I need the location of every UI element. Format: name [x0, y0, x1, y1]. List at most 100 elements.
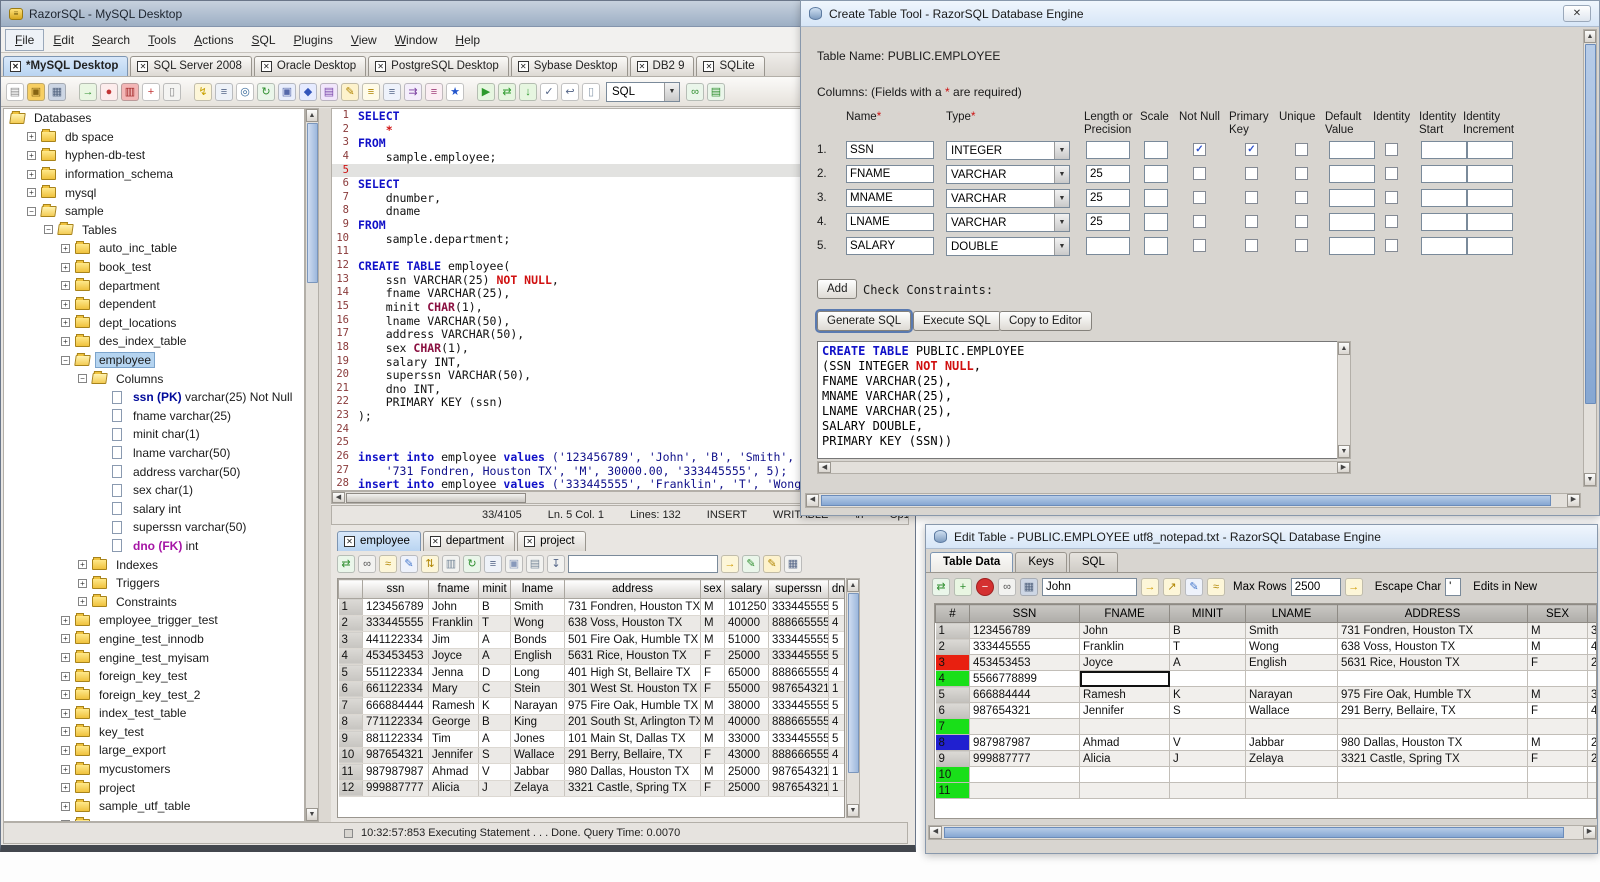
- cell[interactable]: A: [478, 631, 511, 649]
- cell[interactable]: [1169, 782, 1246, 799]
- cell[interactable]: English: [510, 648, 565, 665]
- preview-vscrollbar[interactable]: ▲ ▼: [1337, 341, 1351, 459]
- expand-icon[interactable]: +: [61, 690, 70, 700]
- cell[interactable]: Bonds: [510, 631, 565, 649]
- tree-scroll-down-icon[interactable]: ▼: [306, 808, 318, 821]
- edit-table-title-bar[interactable]: Edit Table - PUBLIC.EMPLOYEE utf8_notepa…: [926, 525, 1597, 549]
- identity-increment-input[interactable]: [1467, 141, 1513, 159]
- cell[interactable]: 1: [828, 763, 844, 781]
- cell[interactable]: Smith: [1245, 622, 1338, 639]
- cell[interactable]: M: [700, 631, 725, 649]
- chevron-down-icon[interactable]: ▼: [1054, 190, 1069, 207]
- cell[interactable]: 2: [1587, 654, 1596, 671]
- identity-start-input[interactable]: [1421, 165, 1467, 183]
- execute-all-icon[interactable]: ⇄: [498, 82, 516, 101]
- unique-checkbox[interactable]: [1295, 167, 1308, 180]
- connection-tab-db2-9[interactable]: ✕ DB2 9: [629, 56, 695, 76]
- edit-tab-keys[interactable]: Keys: [1015, 552, 1067, 572]
- cell[interactable]: 291 Berry, Bellaire, TX: [564, 747, 701, 764]
- chevron-down-icon[interactable]: ▼: [1054, 142, 1069, 159]
- tab-close-icon[interactable]: ✕: [344, 535, 355, 547]
- tree-item-sample[interactable]: − sample: [4, 202, 304, 221]
- cell[interactable]: Ahmad: [428, 763, 479, 781]
- format-left-icon[interactable]: ≡: [362, 82, 380, 101]
- expand-icon[interactable]: +: [27, 132, 36, 142]
- cell[interactable]: 987654321: [969, 702, 1080, 719]
- cell[interactable]: 666884444: [969, 686, 1080, 703]
- refresh-objects-icon[interactable]: ↻: [257, 82, 275, 101]
- undo-icon[interactable]: ↩: [561, 82, 579, 101]
- edit-cell-icon[interactable]: ✎: [400, 555, 418, 573]
- identity-start-input[interactable]: [1421, 213, 1467, 231]
- cell[interactable]: Franklin: [1079, 638, 1170, 655]
- cell[interactable]: Alicia: [1079, 750, 1170, 767]
- cell[interactable]: F: [1527, 654, 1588, 671]
- tree-item-index_test_table[interactable]: + index_test_table: [4, 704, 304, 723]
- tree-scroll-thumb[interactable]: [307, 123, 318, 283]
- tree-item-project[interactable]: + project: [4, 778, 304, 797]
- row-number-gray[interactable]: 5: [935, 686, 970, 703]
- cell[interactable]: [1527, 718, 1588, 735]
- menu-plugins[interactable]: Plugins: [285, 30, 342, 50]
- cell[interactable]: Narayan: [1245, 686, 1338, 703]
- tree-item-engine_test_myisam[interactable]: + engine_test_myisam: [4, 648, 304, 667]
- open-file-icon[interactable]: ▣: [27, 82, 45, 101]
- cell[interactable]: Tim: [428, 730, 479, 748]
- cell[interactable]: [1169, 670, 1246, 687]
- row-number[interactable]: 12: [338, 780, 363, 797]
- expand-icon[interactable]: +: [61, 336, 70, 346]
- connection-tab-sqlite[interactable]: ✕ SQLite: [696, 56, 765, 76]
- cell[interactable]: 980 Dallas, Houston TX: [1337, 734, 1528, 751]
- copy-rows-icon[interactable]: ▤: [526, 555, 544, 573]
- preview-hscrollbar[interactable]: ◀ ▶: [817, 461, 1351, 474]
- go-icon[interactable]: →: [1141, 577, 1159, 596]
- cell[interactable]: 2: [1587, 750, 1596, 767]
- create-table-title-bar[interactable]: Create Table Tool - RazorSQL Database En…: [801, 1, 1599, 27]
- column-type-dropdown[interactable]: VARCHAR ▼: [946, 213, 1070, 232]
- expand-icon[interactable]: +: [61, 727, 70, 737]
- cell[interactable]: 987654321: [362, 747, 429, 764]
- cell[interactable]: D: [478, 664, 511, 682]
- validate-sql-icon[interactable]: ✓: [540, 82, 558, 101]
- cell[interactable]: F: [700, 747, 725, 764]
- scale-input[interactable]: [1144, 141, 1168, 159]
- chevron-down-icon[interactable]: ▼: [1054, 238, 1069, 255]
- cell[interactable]: Jabbar: [1245, 734, 1338, 751]
- expand-icon[interactable]: +: [61, 299, 70, 309]
- save-file-icon[interactable]: ▦: [48, 82, 66, 101]
- cell[interactable]: J: [478, 780, 511, 797]
- tree-item-dependent[interactable]: + dependent: [4, 295, 304, 314]
- cell[interactable]: 333445555: [768, 697, 829, 715]
- tab-close-icon[interactable]: ✕: [375, 60, 387, 72]
- cell[interactable]: 51000: [724, 631, 769, 649]
- results-scroll-up-icon[interactable]: ▲: [847, 579, 859, 592]
- cell[interactable]: 5631 Rice, Houston TX: [564, 648, 701, 665]
- cell[interactable]: [1245, 766, 1338, 783]
- unique-checkbox[interactable]: [1295, 239, 1308, 252]
- cell[interactable]: English: [1245, 654, 1338, 671]
- filter-icon[interactable]: ≈: [379, 555, 397, 573]
- cell[interactable]: K: [478, 697, 511, 715]
- cell[interactable]: 4: [828, 747, 844, 764]
- tree-item-mysql[interactable]: + mysql: [4, 183, 304, 202]
- row-number[interactable]: 5: [338, 664, 363, 682]
- cell[interactable]: 5: [828, 697, 844, 715]
- filter-icon[interactable]: ≈: [1207, 577, 1225, 596]
- row-counts-icon[interactable]: ▤: [320, 82, 338, 101]
- expand-icon[interactable]: +: [61, 634, 70, 644]
- go-max-rows-icon[interactable]: →: [1344, 577, 1363, 596]
- cell[interactable]: Joyce: [1079, 654, 1170, 671]
- tree-item-tables[interactable]: − Tables: [4, 221, 304, 240]
- tree-item-employee[interactable]: − employee: [4, 351, 304, 370]
- dialog-scroll-thumb[interactable]: [1585, 44, 1596, 404]
- menu-actions[interactable]: Actions: [185, 30, 242, 50]
- edit-scroll-left-icon[interactable]: ◀: [929, 826, 942, 839]
- sql-preview[interactable]: CREATE TABLE PUBLIC.EMPLOYEE (SSN INTEGER…: [817, 341, 1351, 459]
- tree-item-employee_trigger_test[interactable]: + employee_trigger_test: [4, 611, 304, 630]
- length-input[interactable]: [1086, 213, 1130, 231]
- expand-icon[interactable]: +: [27, 169, 36, 179]
- chevron-down-icon[interactable]: ▼: [1054, 214, 1069, 231]
- tree-item-large_export[interactable]: + large_export: [4, 741, 304, 760]
- cell[interactable]: 2: [1587, 734, 1596, 751]
- column-header-salary[interactable]: salary: [724, 579, 769, 599]
